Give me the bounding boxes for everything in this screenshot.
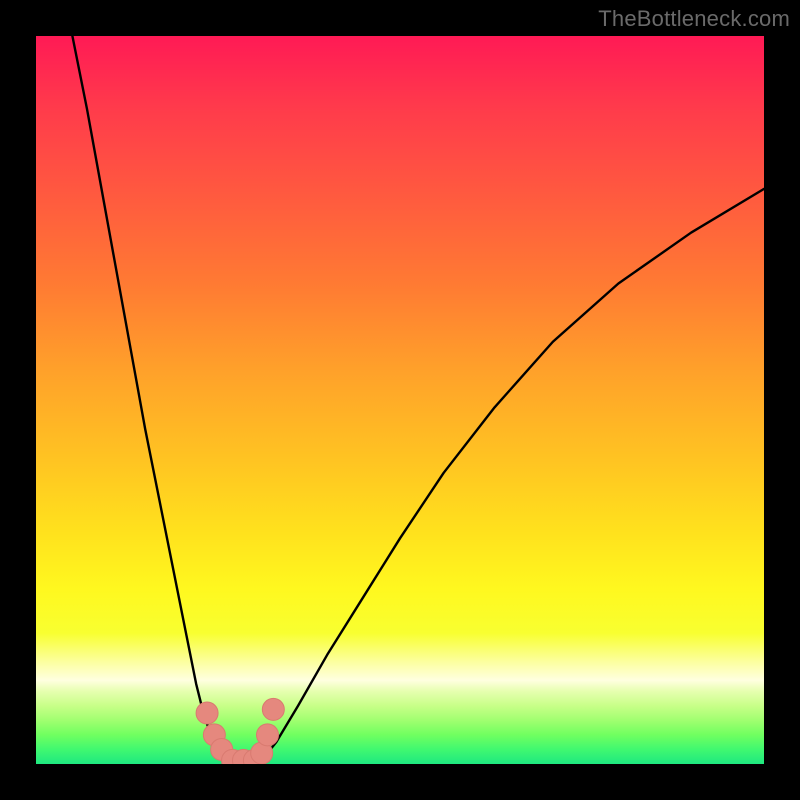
bottleneck-curve — [72, 36, 764, 764]
marker-group — [196, 698, 284, 764]
plot-area — [36, 36, 764, 764]
watermark-text: TheBottleneck.com — [598, 6, 790, 32]
chart-frame: TheBottleneck.com — [0, 0, 800, 800]
curve-marker — [196, 702, 218, 724]
bottleneck-curve-svg — [36, 36, 764, 764]
curve-path-group — [72, 36, 764, 764]
curve-marker — [257, 724, 279, 746]
curve-marker — [262, 698, 284, 720]
